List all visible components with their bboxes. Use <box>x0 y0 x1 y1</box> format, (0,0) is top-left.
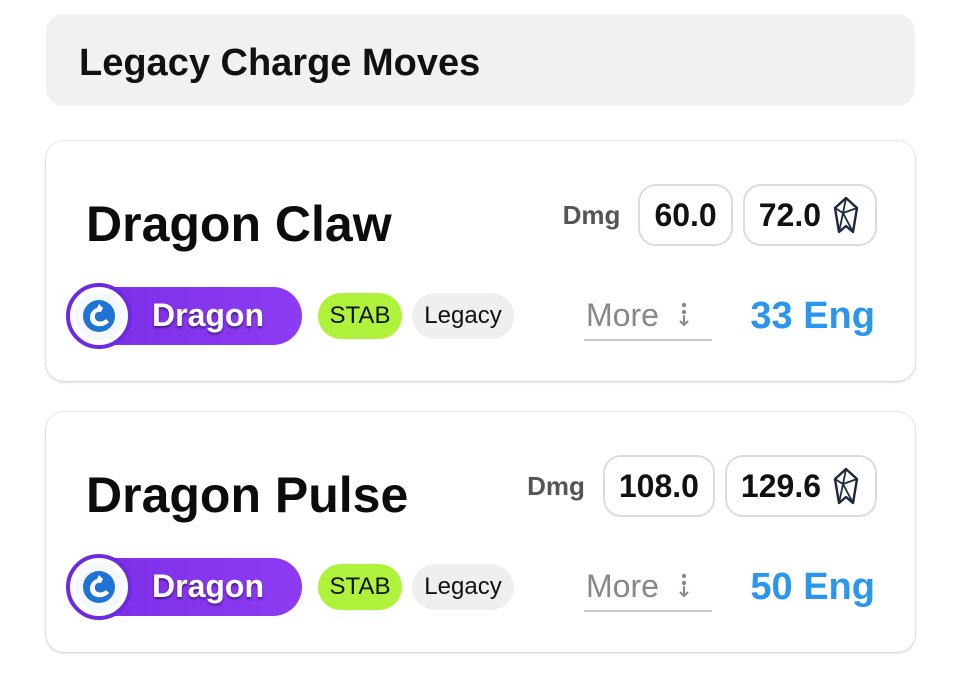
type-label: Dragon <box>152 568 264 604</box>
legacy-tag: Legacy <box>412 564 514 610</box>
damage-group: Dmg 108.0 129.6 <box>527 455 877 517</box>
stab-tag: STAB <box>318 564 402 610</box>
dmg-label: Dmg <box>527 470 585 501</box>
move-name: Dragon Pulse <box>86 467 409 523</box>
move-name: Dragon Claw <box>86 196 392 252</box>
damage-group: Dmg 60.0 72.0 <box>563 184 877 246</box>
crystal-icon <box>833 467 859 505</box>
kebab-icon <box>679 573 689 598</box>
more-button[interactable]: More <box>584 291 712 341</box>
section-header: Legacy Charge Moves <box>46 14 915 106</box>
type-label: Dragon <box>152 297 264 333</box>
crystal-icon <box>833 196 859 234</box>
kebab-icon <box>679 302 689 327</box>
legacy-tag: Legacy <box>412 293 514 339</box>
dmg-boosted-box: 72.0 <box>742 184 877 246</box>
type-badge[interactable]: Dragon <box>66 283 302 349</box>
energy-cost: 33 Eng <box>750 295 875 337</box>
dmg-value: 60.0 <box>654 196 717 233</box>
energy-cost: 50 Eng <box>750 566 875 608</box>
dmg-value-box: 108.0 <box>602 455 715 517</box>
stab-tag: STAB <box>318 293 402 339</box>
dmg-boosted-value: 129.6 <box>740 467 821 504</box>
more-button[interactable]: More <box>584 562 712 612</box>
dmg-value: 108.0 <box>618 467 699 504</box>
section-title: Legacy Charge Moves <box>79 42 481 84</box>
dragon-type-icon <box>66 554 132 620</box>
more-label: More <box>586 296 659 333</box>
more-label: More <box>586 567 659 604</box>
dmg-boosted-box: 129.6 <box>724 455 877 517</box>
dmg-value-box: 60.0 <box>638 184 733 246</box>
type-badge[interactable]: Dragon <box>66 554 302 620</box>
dmg-label: Dmg <box>562 199 621 230</box>
move-card: Dragon Claw Dmg 60.0 72.0 Dragon STAB Le… <box>46 141 915 381</box>
dmg-boosted-value: 72.0 <box>758 196 821 233</box>
dragon-type-icon <box>66 283 132 349</box>
move-card: Dragon Pulse Dmg 108.0 129.6 Dragon STAB… <box>46 412 915 652</box>
